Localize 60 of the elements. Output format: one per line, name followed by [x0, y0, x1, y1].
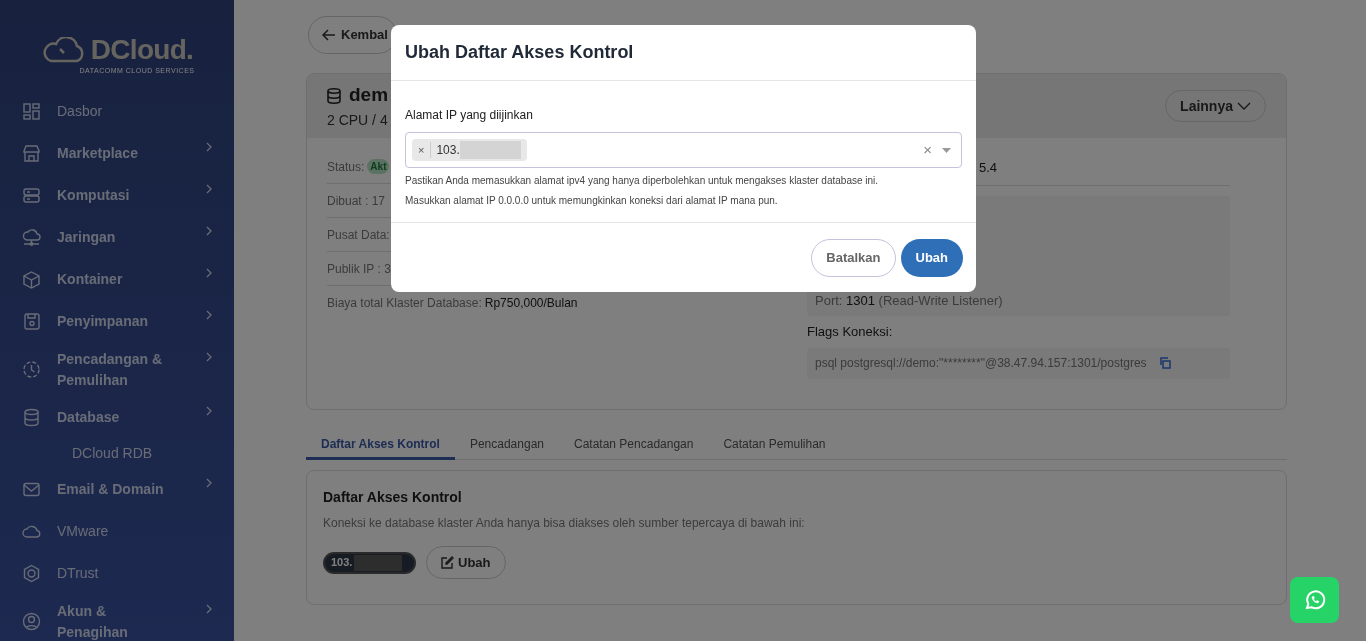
detail-label: Biaya total Klaster Database:	[327, 295, 482, 312]
tab[interactable]: Catatan Pemulihan	[708, 430, 841, 460]
database-icon	[327, 87, 341, 104]
help-text: Masukkan alamat IP 0.0.0.0 untuk memungkinkan koneksi dari alamat IP mana pun.	[405, 194, 779, 208]
tag-text: 103.	[435, 142, 460, 159]
panel-description: Koneksi ke database klaster Anda hanya bisa diakses oleh sumber tepercaya di bawah ini:	[323, 515, 806, 532]
arrow-left-icon	[322, 29, 336, 41]
sidebar-item[interactable]: Email & Domain	[22, 468, 212, 511]
sidebar-item[interactable]: Penyimpanan	[22, 300, 212, 343]
sidebar-item[interactable]: Jaringan	[22, 216, 212, 259]
tab[interactable]: Pencadangan	[454, 430, 559, 460]
submit-button[interactable]: Ubah	[900, 238, 963, 277]
detail-label: Dibuat : 17	[327, 192, 386, 210]
mail-icon	[22, 480, 41, 499]
sidebar-item[interactable]: Marketplace	[22, 132, 212, 175]
tab[interactable]: Daftar Akses Kontrol	[306, 430, 455, 460]
port-text: Port: 1301 (Read-Write Listener)	[815, 291, 1003, 310]
ip-multiselect-field[interactable]: × 103. ×	[405, 132, 962, 168]
sidebar-item[interactable]: DTrust	[22, 552, 212, 595]
version-text: 5.4	[979, 158, 998, 177]
caret-down-icon[interactable]	[942, 147, 951, 153]
cube-icon	[22, 270, 41, 289]
field-label: Alamat IP yang diijinkan	[405, 107, 534, 124]
grid-icon	[22, 102, 41, 121]
server-icon	[22, 186, 41, 205]
copy-icon[interactable]	[1158, 357, 1171, 369]
detail-value: Rp750,000/Bulan	[484, 295, 578, 312]
cluster-specs: 2 CPU / 4	[327, 110, 389, 130]
logo: DCloud.	[40, 36, 194, 64]
clear-button[interactable]: ×	[923, 138, 932, 162]
cloud-network-icon	[22, 228, 41, 247]
remove-tag-button[interactable]: ×	[412, 141, 432, 159]
sidebar-item[interactable]: Dasbor	[22, 90, 212, 133]
sidebar-item[interactable]: Kontainer	[22, 258, 212, 301]
sidebar-item[interactable]: Akun & Penagihan	[22, 594, 212, 641]
sidebar-item[interactable]: VMware	[22, 510, 212, 553]
store-icon	[22, 144, 41, 163]
sidebar-item[interactable]: Pencadangan & Pemulihan	[22, 342, 212, 397]
detail-label: Status:	[327, 158, 365, 176]
sidebar-subitem[interactable]: DCloud RDB	[22, 438, 212, 469]
detail-label: Pusat Data:	[327, 226, 390, 244]
status-badge: Akt	[367, 159, 390, 174]
whatsapp-button[interactable]	[1290, 577, 1339, 623]
clock-icon	[22, 360, 41, 379]
dialog-title: Ubah Daftar Akses Kontrol	[405, 41, 634, 64]
detail-label: Publik IP : 3	[327, 260, 391, 278]
database-icon	[22, 408, 41, 427]
ip-text: 103.	[331, 555, 353, 571]
help-text: Pastikan Anda memasukkan alamat ipv4 yang hanya diperbolehkan untuk mengakses klaster database ini.	[405, 174, 880, 188]
edit-icon	[441, 556, 454, 569]
tab[interactable]: Catatan Pencadangan	[559, 430, 709, 460]
sidebar-item[interactable]: Komputasi	[22, 174, 212, 217]
flags-label: Flags Koneksi:	[807, 323, 894, 341]
chevron-down-icon	[1237, 102, 1251, 110]
hexagon-icon	[22, 564, 41, 583]
connection-command: psql postgresql://demo:"********"@38.47.94.157:1301/postgres	[815, 355, 1147, 372]
panel-title: Daftar Akses Kontrol	[323, 488, 463, 507]
sidebar-item[interactable]: Database	[22, 396, 212, 439]
user-icon	[22, 612, 41, 631]
cluster-title: dem	[349, 83, 389, 108]
